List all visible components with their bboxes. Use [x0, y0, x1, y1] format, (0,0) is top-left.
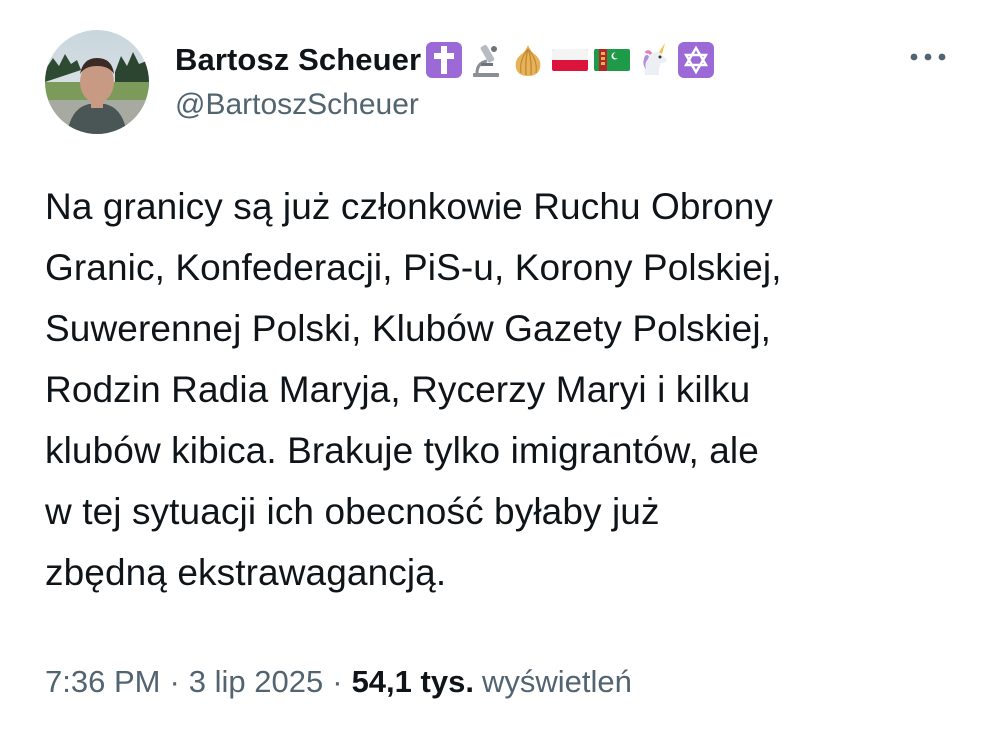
tweet-text-line: Rodzin Radia Maryja, Rycerzy Maryi i kil… — [45, 369, 751, 410]
views-label: wyświetleń — [481, 664, 632, 699]
post-time[interactable]: 7:36 PM — [45, 664, 160, 700]
microscope-emoji — [467, 41, 505, 79]
meta-separator: · — [332, 664, 343, 699]
turkmenistan-flag-emoji — [593, 41, 631, 79]
onion-emoji — [509, 41, 547, 79]
tweet: Bartosz Scheuer @BartoszScheuer Na grani… — [0, 0, 1000, 756]
name-emojis — [425, 41, 715, 79]
views-count: 54,1 tys. — [351, 664, 474, 699]
tweet-text-line: Suwerennej Polski, Klubów Gazety Polskie… — [45, 308, 772, 349]
more-horizontal-icon[interactable] — [905, 40, 951, 74]
meta-separator: · — [169, 664, 180, 699]
unicorn-emoji — [635, 41, 673, 79]
post-date[interactable]: 3 lip 2025 — [189, 664, 323, 700]
tweet-text-line: klubów kibica. Brakuje tylko imigrantów,… — [45, 430, 759, 471]
tweet-text-line: Na granicy są już członkowie Ruchu Obron… — [45, 186, 773, 227]
display-name[interactable]: Bartosz Scheuer — [175, 42, 421, 78]
author-name-row: Bartosz Scheuer — [175, 38, 715, 82]
avatar[interactable] — [45, 30, 149, 134]
poland-flag-emoji — [551, 41, 589, 79]
tweet-text-line: Granic, Konfederacji, PiS-u, Korony Pols… — [45, 247, 782, 288]
latin-cross-emoji — [425, 41, 463, 79]
tweet-text-line: zbędną ekstrawagancją. — [45, 552, 447, 593]
author-handle[interactable]: @BartoszScheuer — [175, 88, 419, 122]
tweet-meta: 7:36 PM · 3 lip 2025 · 54,1 tys. wyświet… — [45, 664, 632, 700]
tweet-text-line: w tej sytuacji ich obecność byłaby już — [45, 491, 660, 532]
avatar-photo — [45, 30, 149, 134]
tweet-text: Na granicy są już członkowie Ruchu Obron… — [45, 176, 965, 603]
star-of-david-emoji — [677, 41, 715, 79]
